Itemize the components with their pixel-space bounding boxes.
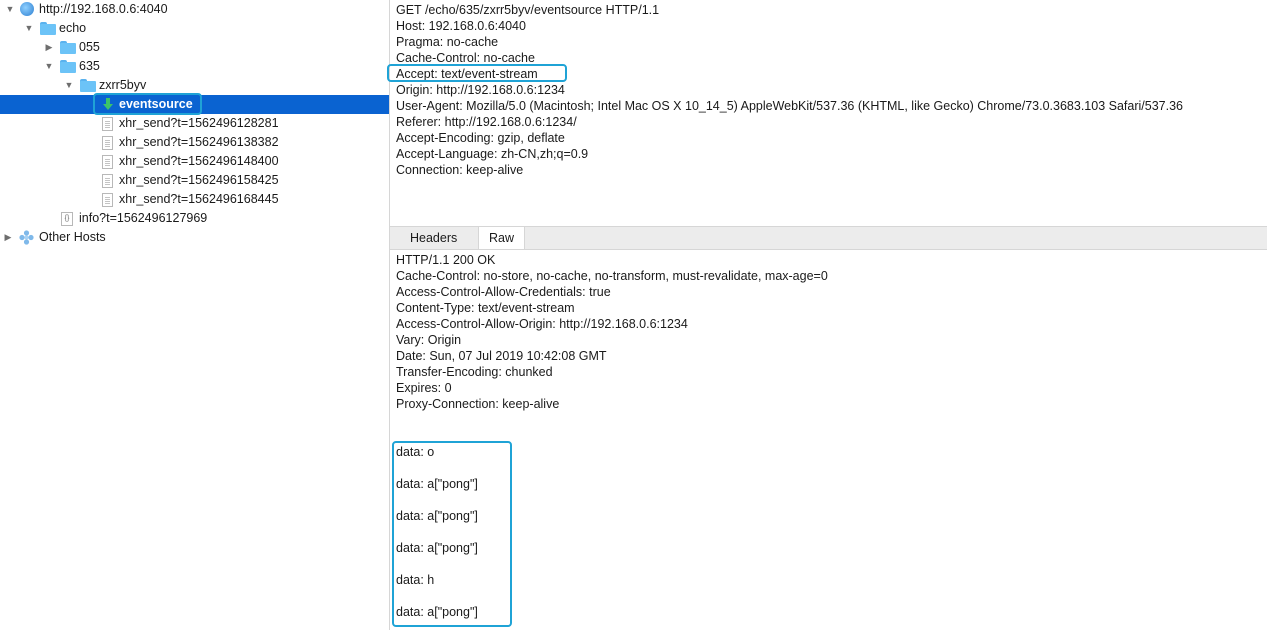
response-header: Cache-Control: no-store, no-cache, no-tr…	[396, 269, 828, 283]
xhr-label: xhr_send?t=1562496158425	[119, 173, 279, 187]
response-header: Access-Control-Allow-Origin: http://192.…	[396, 317, 688, 331]
tree-row-635[interactable]: ▼ 635	[0, 57, 389, 76]
chevron-right-icon[interactable]: ▶	[43, 38, 55, 57]
tree-row-host[interactable]: ▼ http://192.168.0.6:4040	[0, 0, 389, 19]
response-header: Transfer-Encoding: chunked	[396, 365, 553, 379]
xhr-label: xhr_send?t=1562496148400	[119, 154, 279, 168]
chevron-down-icon[interactable]: ▼	[63, 76, 75, 95]
tree-row-xhr[interactable]: xhr_send?t=1562496158425	[0, 171, 389, 190]
detail-pane: GET /echo/635/zxrr5byv/eventsource HTTP/…	[387, 0, 1267, 630]
tree-row-xhr[interactable]: xhr_send?t=1562496138382	[0, 133, 389, 152]
eventsource-highlight	[93, 93, 202, 115]
tree-row-echo[interactable]: ▼ echo	[0, 19, 389, 38]
folder-label: echo	[59, 21, 87, 35]
tree-row-055[interactable]: ▶ 055	[0, 38, 389, 57]
document-icon	[102, 155, 113, 169]
request-header: Pragma: no-cache	[396, 35, 499, 49]
folder-icon	[40, 21, 56, 36]
response-header: Proxy-Connection: keep-alive	[396, 397, 560, 411]
xhr-label: xhr_send?t=1562496128281	[119, 116, 279, 130]
tab-raw[interactable]: Raw	[478, 227, 526, 249]
xhr-label: xhr_send?t=1562496138382	[119, 135, 279, 149]
structure-tree[interactable]: ▼ http://192.168.0.6:4040 ▼ echo ▶ 055 ▼…	[0, 0, 390, 630]
folder-icon	[60, 40, 76, 55]
tree-row-info[interactable]: {} info?t=1562496127969	[0, 209, 389, 228]
chevron-down-icon[interactable]: ▼	[43, 57, 55, 76]
response-header: Date: Sun, 07 Jul 2019 10:42:08 GMT	[396, 349, 607, 363]
tab-headers[interactable]: Headers	[400, 227, 467, 249]
request-header: Connection: keep-alive	[396, 163, 524, 177]
chevron-down-icon[interactable]: ▼	[4, 0, 16, 19]
accept-header-highlight	[387, 64, 567, 82]
document-icon	[102, 174, 113, 188]
json-file-icon: {}	[61, 212, 73, 226]
folder-label: 635	[79, 59, 100, 73]
folder-icon	[60, 59, 76, 74]
chevron-down-icon[interactable]: ▼	[23, 19, 35, 38]
document-icon	[102, 117, 113, 131]
response-header: Vary: Origin	[396, 333, 462, 347]
request-header: User-Agent: Mozilla/5.0 (Macintosh; Inte…	[396, 99, 1183, 113]
tree-row-xhr[interactable]: xhr_send?t=1562496128281	[0, 114, 389, 133]
other-hosts-label: Other Hosts	[39, 230, 106, 244]
response-header: Content-Type: text/event-stream	[396, 301, 575, 315]
response-tab-bar: Headers Raw	[390, 226, 1267, 250]
request-header: Referer: http://192.168.0.6:1234/	[396, 115, 577, 129]
response-header: Expires: 0	[396, 381, 452, 395]
tree-row-other-hosts[interactable]: ▶ Other Hosts	[0, 228, 389, 247]
host-label: http://192.168.0.6:4040	[39, 2, 168, 16]
tree-row-xhr[interactable]: xhr_send?t=1562496148400	[0, 152, 389, 171]
document-icon	[102, 193, 113, 207]
event-stream-highlight	[392, 441, 512, 627]
request-line: GET /echo/635/zxrr5byv/eventsource HTTP/…	[396, 3, 660, 17]
info-label: info?t=1562496127969	[79, 211, 208, 225]
network-hosts-icon	[19, 230, 34, 245]
request-header: Accept-Language: zh-CN,zh;q=0.9	[396, 147, 589, 161]
response-status-line: HTTP/1.1 200 OK	[396, 253, 496, 267]
response-header: Access-Control-Allow-Credentials: true	[396, 285, 611, 299]
request-header: Accept-Encoding: gzip, deflate	[396, 131, 565, 145]
tree-row-xhr[interactable]: xhr_send?t=1562496168445	[0, 190, 389, 209]
folder-icon	[80, 78, 96, 93]
request-header: Host: 192.168.0.6:4040	[396, 19, 526, 33]
globe-icon	[20, 2, 34, 16]
request-header: Origin: http://192.168.0.6:1234	[396, 83, 565, 97]
chevron-right-icon[interactable]: ▶	[2, 228, 14, 247]
xhr-label: xhr_send?t=1562496168445	[119, 192, 279, 206]
folder-label: 055	[79, 40, 100, 54]
document-icon	[102, 136, 113, 150]
